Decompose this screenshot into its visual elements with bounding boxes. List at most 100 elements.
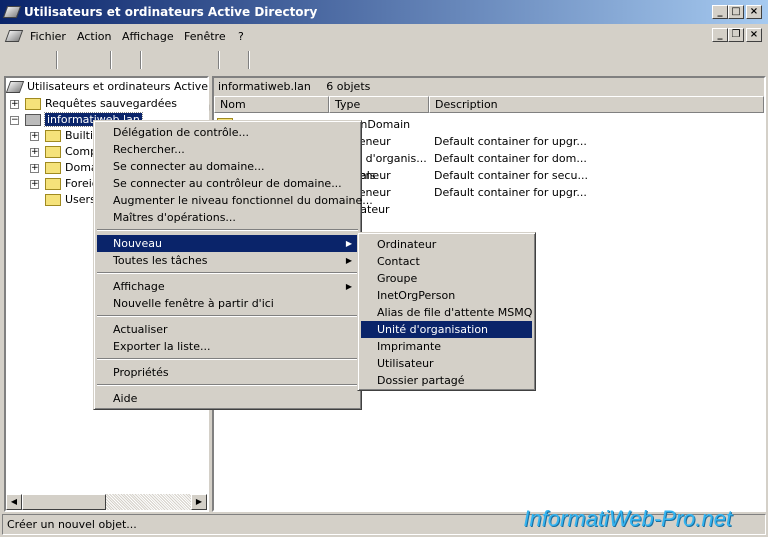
menu-item[interactable]: Ordinateur bbox=[361, 236, 532, 253]
menu-item[interactable]: Affichage ▶ bbox=[97, 278, 358, 295]
menu-separator bbox=[97, 272, 358, 274]
menu-item-label: Affichage bbox=[113, 280, 165, 293]
menu-item-label: Alias de file d'attente MSMQ bbox=[377, 306, 533, 319]
submenu-arrow-icon: ▶ bbox=[345, 239, 352, 248]
collapse-icon[interactable]: − bbox=[10, 115, 19, 125]
column-header-name[interactable]: Nom bbox=[214, 96, 329, 113]
menu-item-label: Actualiser bbox=[113, 323, 168, 336]
menu-item[interactable]: Se connecter au contrôleur de domaine... bbox=[97, 175, 358, 192]
menu-item[interactable]: Se connecter au domaine... bbox=[97, 158, 358, 175]
expand-icon[interactable]: + bbox=[30, 179, 39, 189]
menu-item-label: Toutes les tâches bbox=[113, 254, 208, 267]
folder-icon bbox=[45, 162, 61, 174]
menu-item[interactable]: Délégation de contrôle... bbox=[97, 124, 358, 141]
menu-item[interactable]: Imprimante bbox=[361, 338, 532, 355]
doc-restore-button[interactable]: ❐ bbox=[728, 28, 744, 42]
menu-separator bbox=[97, 315, 358, 317]
scroll-right-button[interactable]: ▶ bbox=[191, 494, 207, 510]
menu-fenetre[interactable]: Fenêtre bbox=[184, 30, 226, 43]
folder-icon bbox=[45, 146, 61, 158]
menu-item[interactable]: Contact bbox=[361, 253, 532, 270]
menu-item[interactable]: Rechercher... bbox=[97, 141, 358, 158]
doc-close-button[interactable]: × bbox=[746, 28, 762, 42]
menu-fichier[interactable]: Fichier bbox=[30, 30, 66, 43]
toolbar-separator bbox=[56, 51, 58, 69]
menu-item[interactable]: Unité d'organisation bbox=[361, 321, 532, 338]
menu-item-label: Aide bbox=[113, 392, 138, 405]
menu-help[interactable]: ? bbox=[238, 30, 244, 43]
toolbar: ⇦⇨📁◧📋▤⟳⇥?✶✶✶▽⌕⊕ bbox=[0, 48, 768, 116]
menu-item-label: Imprimante bbox=[377, 340, 442, 353]
menu-item[interactable]: Toutes les tâches ▶ bbox=[97, 252, 358, 269]
menu-affichage[interactable]: Affichage bbox=[122, 30, 174, 43]
column-header-type[interactable]: Type bbox=[329, 96, 429, 113]
new-submenu: Ordinateur Contact Groupe InetOrgPerson Alia… bbox=[357, 232, 536, 391]
menu-item[interactable]: Alias de file d'attente MSMQ bbox=[361, 304, 532, 321]
folder-icon bbox=[45, 194, 61, 206]
menu-item[interactable]: Actualiser bbox=[97, 321, 358, 338]
scrollbar-thumb[interactable] bbox=[22, 494, 106, 510]
menu-item-label: Contact bbox=[377, 255, 420, 268]
folder-icon bbox=[45, 130, 61, 142]
menu-item[interactable]: Dossier partagé bbox=[361, 372, 532, 389]
menu-bar: Fichier Action Affichage Fenêtre ? _ ❐ × bbox=[0, 0, 768, 48]
menu-separator bbox=[97, 358, 358, 360]
menu-action[interactable]: Action bbox=[77, 30, 111, 43]
domain-icon bbox=[25, 114, 41, 126]
folder-icon bbox=[25, 98, 41, 110]
toolbar-separator bbox=[140, 51, 142, 69]
column-header-description[interactable]: Description bbox=[429, 96, 764, 113]
menu-item-label: Utilisateur bbox=[377, 357, 434, 370]
menu-item[interactable]: InetOrgPerson bbox=[361, 287, 532, 304]
menu-item-label: Dossier partagé bbox=[377, 374, 465, 387]
context-menu: Délégation de contrôle... Rechercher... Se… bbox=[93, 120, 373, 410]
menu-item[interactable]: Nouveau ▶ bbox=[97, 235, 358, 252]
menu-item-label: Groupe bbox=[377, 272, 418, 285]
expand-icon[interactable]: + bbox=[30, 131, 39, 141]
menu-item-label: Exporter la liste... bbox=[113, 340, 211, 353]
menu-item-label: Maîtres d'opérations... bbox=[113, 211, 236, 224]
doc-minimize-button[interactable]: _ bbox=[712, 28, 728, 42]
expand-icon[interactable]: + bbox=[30, 147, 39, 157]
expand-icon[interactable]: + bbox=[10, 99, 19, 109]
list-location-header: informatiweb.lan 6 objets bbox=[214, 78, 764, 96]
tree-item-label: Requêtes sauvegardées bbox=[45, 97, 177, 110]
menu-item-label: Propriétés bbox=[113, 366, 169, 379]
menu-item-label: Se connecter au domaine... bbox=[113, 160, 265, 173]
menu-item[interactable]: Groupe bbox=[361, 270, 532, 287]
menu-item-label: Ordinateur bbox=[377, 238, 437, 251]
tree-item[interactable]: + Builtin bbox=[30, 128, 100, 144]
menu-item[interactable]: Aide bbox=[97, 390, 358, 407]
status-text: Créer un nouvel objet... bbox=[7, 518, 137, 531]
expand-icon[interactable]: + bbox=[30, 163, 39, 173]
menu-item[interactable]: Nouvelle fenêtre à partir d'ici bbox=[97, 295, 358, 312]
menu-item[interactable]: Exporter la liste... bbox=[97, 338, 358, 355]
cell-description: Default container for upgr... bbox=[434, 135, 587, 148]
menu-item-label: Augmenter le niveau fonctionnel du domai… bbox=[113, 194, 373, 207]
tree-item[interactable]: Users bbox=[30, 192, 96, 208]
menu-item-label: Nouvelle fenêtre à partir d'ici bbox=[113, 297, 274, 310]
tree-item[interactable]: + Requêtes sauvegardées bbox=[10, 96, 177, 112]
tree-horizontal-scrollbar[interactable]: ◀ ▶ bbox=[6, 494, 207, 510]
menu-item-label: Se connecter au contrôleur de domaine... bbox=[113, 177, 342, 190]
location-label: informatiweb.lan bbox=[218, 80, 311, 93]
menu-item-label: InetOrgPerson bbox=[377, 289, 456, 302]
menu-separator bbox=[97, 384, 358, 386]
submenu-arrow-icon: ▶ bbox=[345, 282, 352, 291]
menu-item[interactable]: Utilisateur bbox=[361, 355, 532, 372]
scroll-left-button[interactable]: ◀ bbox=[6, 494, 22, 510]
menu-item-label: Délégation de contrôle... bbox=[113, 126, 249, 139]
cell-description: Default container for upgr... bbox=[434, 186, 587, 199]
tree-item-label: Users bbox=[65, 193, 96, 206]
toolbar-separator bbox=[218, 51, 220, 69]
menu-item[interactable]: Maîtres d'opérations... bbox=[97, 209, 358, 226]
menu-item[interactable]: Augmenter le niveau fonctionnel du domai… bbox=[97, 192, 373, 209]
toolbar-separator bbox=[110, 51, 112, 69]
object-count: 6 objets bbox=[326, 80, 371, 93]
menu-item[interactable]: Propriétés bbox=[97, 364, 358, 381]
ad-root-icon bbox=[5, 81, 25, 93]
ad-doc-icon bbox=[4, 30, 24, 42]
menu-separator bbox=[97, 229, 358, 231]
watermark-logo: InformatiWeb-Pro.net bbox=[523, 506, 732, 531]
toolbar-separator bbox=[248, 51, 250, 69]
